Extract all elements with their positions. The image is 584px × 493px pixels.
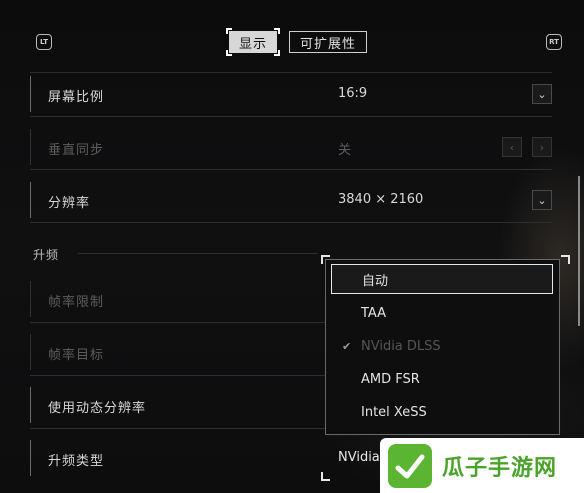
setting-label: 使用动态分辨率 <box>48 401 147 416</box>
setting-label: 升频类型 <box>48 454 105 469</box>
check-icon: ✔ <box>342 339 352 353</box>
option-label: NVidia DLSS <box>361 338 441 354</box>
dropdown-option-auto[interactable]: 自动 <box>331 264 553 294</box>
divider <box>30 169 552 170</box>
tab-bar: 显示 可扩展性 <box>226 28 368 56</box>
upscale-type-value: NVidia <box>338 450 380 465</box>
setting-label: 分辨率 <box>48 196 91 211</box>
dropdown-corner <box>321 472 330 481</box>
option-label: AMD FSR <box>361 371 420 387</box>
watermark: 瓜子手游网 <box>380 438 584 493</box>
scrollbar[interactable] <box>578 176 580 326</box>
section-upscale-title: 升频 <box>33 248 60 262</box>
tab-display[interactable]: 显示 <box>226 28 281 56</box>
watermark-logo-icon <box>388 443 432 488</box>
tab-scalability-label: 可扩展性 <box>300 36 357 52</box>
setting-value: 3840 × 2160 <box>338 192 424 207</box>
dropdown-option-fsr[interactable]: AMD FSR <box>331 364 553 394</box>
chevron-down-icon[interactable]: ⌄ <box>532 84 552 104</box>
divider <box>30 222 552 223</box>
dropdown-option-taa[interactable]: TAA <box>331 298 553 328</box>
chevron-down-icon[interactable]: ⌄ <box>532 190 552 210</box>
lt-trigger-icon[interactable]: LT <box>36 34 52 50</box>
lt-label: LT <box>39 38 49 46</box>
dropdown-option-xess[interactable]: Intel XeSS <box>331 397 553 427</box>
divider <box>30 72 552 73</box>
arrow-left-icon[interactable]: ‹ <box>502 137 522 157</box>
setting-vsync[interactable]: 垂直同步 关 ‹ › <box>30 127 552 167</box>
option-label: 自动 <box>362 273 389 289</box>
section-divider <box>78 253 318 254</box>
dropdown-corner <box>561 255 570 264</box>
watermark-text: 瓜子手游网 <box>442 455 558 481</box>
tab-scalability[interactable]: 可扩展性 <box>289 31 368 53</box>
setting-resolution[interactable]: 分辨率 3840 × 2160 ⌄ <box>30 180 552 220</box>
dropdown-corner <box>321 255 330 264</box>
setting-value: 16:9 <box>338 86 368 101</box>
setting-label: 帧率目标 <box>48 348 105 363</box>
dropdown-option-dlss[interactable]: ✔ NVidia DLSS <box>331 331 553 361</box>
divider <box>30 116 552 117</box>
setting-label: 垂直同步 <box>48 143 105 158</box>
setting-value: 关 <box>338 143 352 158</box>
setting-label: 屏幕比例 <box>48 90 105 105</box>
setting-label: 帧率限制 <box>48 295 105 310</box>
option-label: Intel XeSS <box>361 404 427 420</box>
tab-display-label: 显示 <box>239 36 268 52</box>
option-label: TAA <box>361 305 387 321</box>
setting-aspect-ratio[interactable]: 屏幕比例 16:9 ⌄ <box>30 74 552 114</box>
arrow-right-icon[interactable]: › <box>532 137 552 157</box>
rt-label: RT <box>549 38 559 46</box>
rt-trigger-icon[interactable]: RT <box>546 34 562 50</box>
